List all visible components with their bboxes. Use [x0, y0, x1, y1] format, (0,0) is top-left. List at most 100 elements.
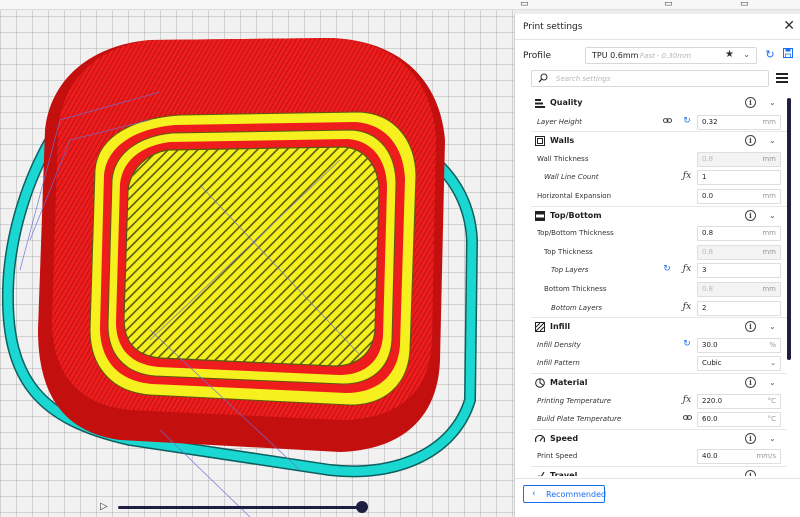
info-icon[interactable]: i [745, 135, 756, 147]
function-icon[interactable]: ƒx [681, 171, 693, 181]
setting-horizontal-expansion: Horizontal Expansion 0.0 mm [531, 187, 787, 206]
setting-label: Horizontal Expansion [537, 191, 612, 200]
setting-unit: mm [762, 154, 776, 163]
travel-icon [535, 471, 545, 476]
info-icon[interactable]: i [745, 376, 756, 388]
material-icon [535, 378, 545, 388]
function-icon[interactable]: ƒx [681, 395, 693, 405]
chevron-down-icon[interactable]: ⌄ [769, 471, 776, 476]
setting-unit: mm [762, 247, 776, 256]
link-icon[interactable] [681, 413, 693, 425]
play-icon[interactable]: ▷ [98, 500, 110, 514]
category-infill[interactable]: Infill i ⌄ [531, 317, 787, 336]
info-icon[interactable]: i [745, 321, 756, 333]
panel-header: Print settings ✕ [515, 14, 800, 40]
setting-input[interactable]: 30.0% [697, 337, 781, 353]
setting-value: 220.0 [702, 396, 723, 405]
chevron-down-icon[interactable]: ⌄ [769, 136, 776, 145]
category-label: Walls [550, 136, 575, 146]
recommended-button[interactable]: ‹ Recommended [523, 485, 606, 503]
setting-top-bottom-thickness: Top/Bottom Thickness 0.8 mm [531, 224, 787, 243]
chevron-down-icon[interactable]: ⌄ [769, 378, 776, 387]
setting-label: Infill Pattern [537, 359, 580, 368]
setting-input[interactable]: 0.32 mm [697, 114, 781, 130]
chevron-down-icon[interactable]: ⌄ [769, 322, 776, 331]
setting-value: 0.8 [702, 229, 714, 238]
setting-value: 2 [702, 303, 707, 312]
setting-input[interactable]: 220.0 °C [697, 393, 781, 409]
category-quality[interactable]: Quality i ⌄ [531, 94, 787, 113]
settings-scrollbar[interactable] [787, 98, 791, 360]
chevron-down-icon: ⌄ [743, 50, 750, 59]
setting-unit: °C [767, 415, 776, 424]
category-top-bottom[interactable]: Top/Bottom i ⌄ [531, 205, 787, 225]
setting-unit: mm [762, 229, 776, 238]
setting-value: 60.0 [702, 415, 718, 424]
setting-input[interactable]: 40.0 mm/s [697, 449, 781, 465]
category-walls[interactable]: Walls i ⌄ [531, 131, 787, 150]
setting-input[interactable]: 0.8 mm [697, 226, 781, 242]
setting-value: 0.0 [702, 191, 714, 200]
reset-icon[interactable]: ↻ [681, 116, 693, 126]
search-box[interactable] [531, 70, 769, 87]
layer-slider-handle[interactable] [356, 501, 368, 513]
info-icon[interactable]: i [745, 97, 756, 108]
setting-input[interactable]: 1 [697, 170, 781, 186]
info-icon[interactable]: i [745, 209, 756, 221]
search-input[interactable] [556, 73, 756, 85]
category-travel[interactable]: Travel i ⌄ [531, 465, 787, 476]
reset-profile-icon[interactable]: ↻ [763, 48, 777, 62]
setting-input[interactable]: 0.0 mm [697, 188, 781, 204]
close-icon[interactable]: ✕ [783, 19, 795, 33]
setting-input[interactable]: 3 [697, 263, 781, 279]
link-icon[interactable] [661, 116, 673, 128]
setting-value: 40.0 [702, 452, 718, 461]
favorite-star-icon[interactable]: ★ [725, 49, 734, 60]
setting-layer-height: Layer Height ↻ 0.32 mm [531, 113, 787, 132]
hamburger-menu-icon[interactable] [775, 71, 789, 85]
chevron-down-icon[interactable]: ⌄ [769, 98, 776, 107]
chevron-down-icon[interactable]: ⌄ [769, 211, 776, 220]
setting-value: 3 [702, 266, 707, 275]
setting-input[interactable]: 2 [697, 300, 781, 316]
category-material[interactable]: Material i ⌄ [531, 372, 787, 392]
setting-value: 0.8 [702, 154, 714, 163]
setting-dropdown[interactable]: Cubic ⌄ [697, 356, 781, 372]
3d-viewport[interactable]: ▷ [0, 0, 514, 517]
reset-icon[interactable]: ↻ [661, 264, 673, 274]
reset-icon[interactable]: ↻ [681, 339, 693, 349]
setting-build-plate-temperature: Build Plate Temperature 60.0 °C [531, 410, 787, 429]
category-speed[interactable]: Speed i ⌄ [531, 428, 787, 448]
profile-row: Profile TPU 0.6mm Fast - 0.30mm ★ ⌄ ↻ [515, 46, 800, 66]
search-row [531, 70, 795, 88]
profile-dropdown[interactable]: TPU 0.6mm Fast - 0.30mm ★ ⌄ [585, 47, 757, 64]
function-icon[interactable]: ƒx [681, 264, 693, 274]
speed-icon [534, 434, 546, 444]
info-icon[interactable]: i [745, 469, 756, 476]
account-icon[interactable]: ▭ [740, 0, 749, 9]
setting-label: Bottom Thickness [544, 284, 607, 293]
setting-value: 1 [702, 173, 707, 182]
chevron-down-icon[interactable]: ⌄ [769, 434, 776, 443]
category-label: Top/Bottom [550, 210, 602, 220]
setting-label: Build Plate Temperature [537, 415, 622, 424]
setting-label: Bottom Layers [551, 303, 603, 312]
setting-input: 0.8 mm [697, 281, 781, 297]
walls-icon [535, 136, 545, 147]
marketplace-icon[interactable]: ▭ [664, 0, 673, 9]
layer-slider-track[interactable] [118, 506, 364, 509]
settings-list: Quality i ⌄ Layer Height ↻ 0.32 mm Walls i ⌄ Wall … [531, 94, 787, 476]
setting-bottom-thickness: Bottom Thickness 0.8 mm [531, 280, 787, 299]
setting-value: 30.0 [702, 340, 718, 349]
info-icon[interactable]: i [745, 432, 756, 444]
chevron-left-icon: ‹ [532, 489, 536, 499]
setting-label: Top/Bottom Thickness [537, 229, 614, 238]
layer-slider[interactable]: ▷ [98, 500, 378, 514]
quality-bars-icon [535, 98, 545, 108]
setting-input[interactable]: 60.0 °C [697, 412, 781, 428]
stage-menu-icon[interactable]: ▭ [520, 0, 529, 9]
function-icon[interactable]: ƒx [681, 302, 693, 312]
chevron-down-icon: ⌄ [770, 359, 776, 368]
save-icon[interactable] [781, 48, 795, 62]
setting-label: Top Layers [551, 266, 589, 275]
